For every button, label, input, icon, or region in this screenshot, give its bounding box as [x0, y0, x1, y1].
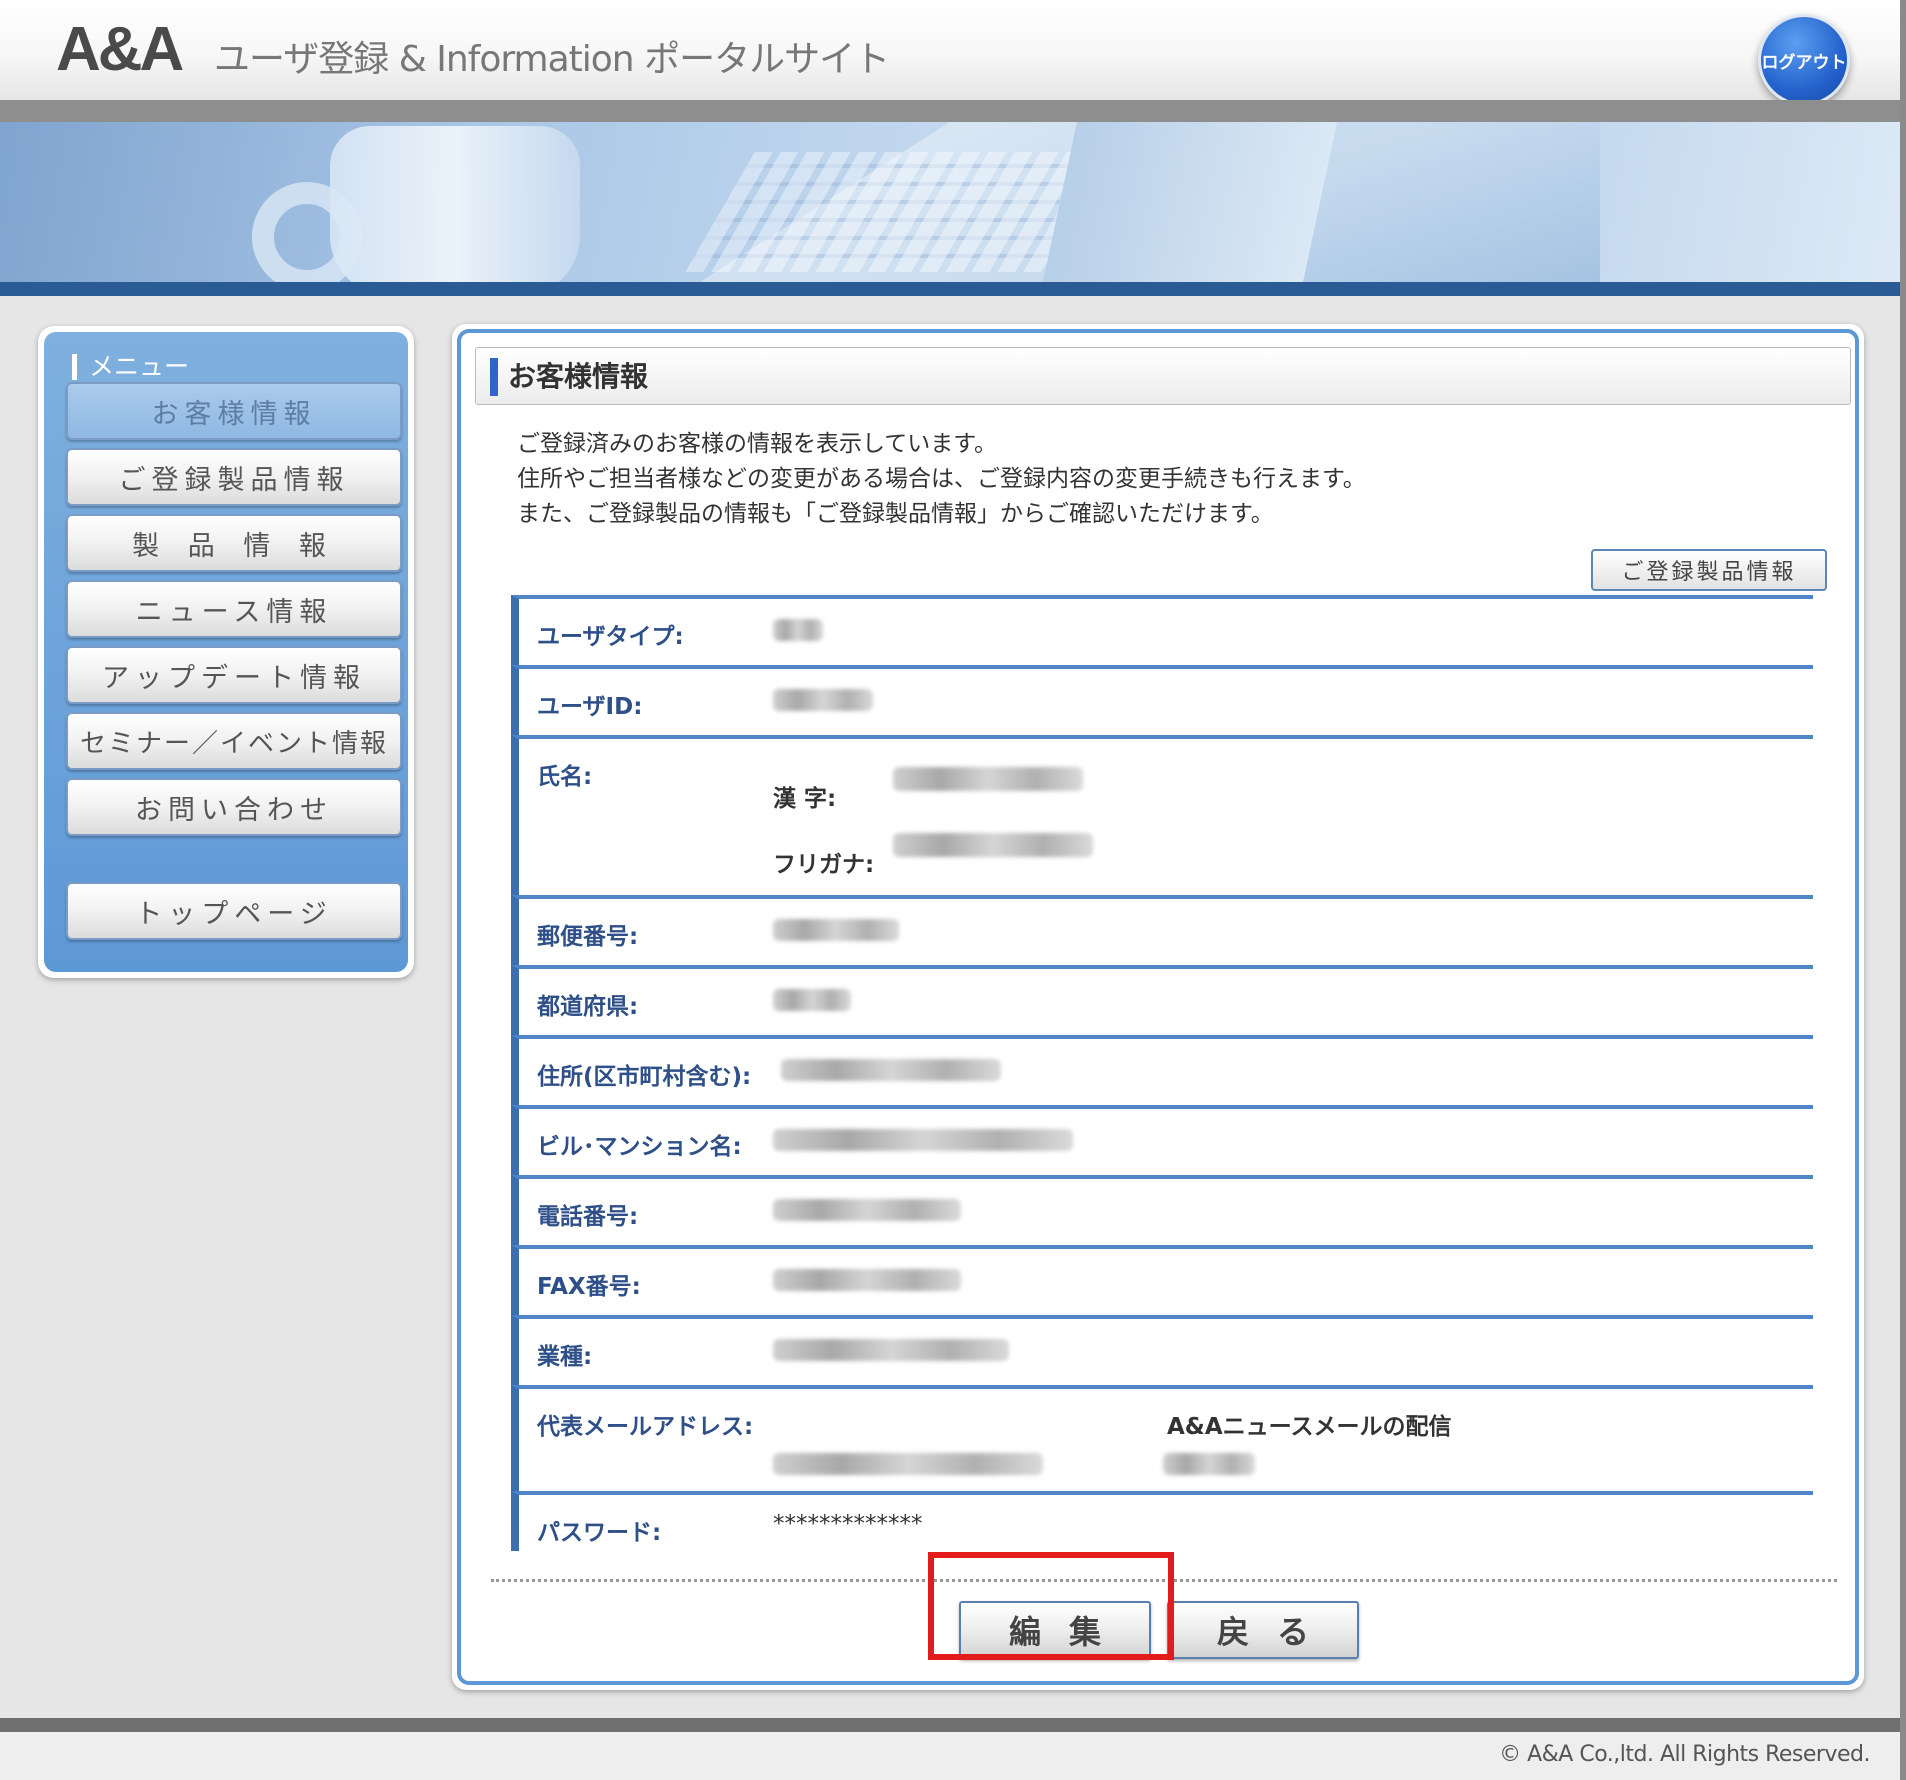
- sidebar-menu-panel: メニュー お客様情報 ご登録製品情報 製 品 情 報 ニュース情報 アップデート…: [44, 332, 408, 972]
- header: A&A ユーザ登録 & Information ポータルサイト ログアウト: [0, 0, 1900, 106]
- sidebar-menu: メニュー お客様情報 ご登録製品情報 製 品 情 報 ニュース情報 アップデート…: [38, 326, 414, 978]
- kanji-value-redacted: [893, 767, 1083, 791]
- table-row-user-type: ユーザタイプ:: [511, 595, 1813, 665]
- phone-label: 電話番号:: [537, 1204, 639, 1230]
- user-id-value-redacted: [773, 689, 873, 711]
- page-title-bar: お客様情報: [475, 347, 1851, 405]
- footer-divider: [0, 1718, 1900, 1732]
- kanji-label: 漢 字:: [773, 786, 837, 812]
- page-title: お客様情報: [490, 358, 648, 396]
- newsletter-value-redacted: [1163, 1453, 1255, 1475]
- user-id-label: ユーザID:: [537, 694, 643, 720]
- banner-underline: [0, 282, 1900, 296]
- header-banner-image: [0, 122, 1900, 282]
- sidebar-item-contact[interactable]: お問い合わせ: [66, 778, 402, 836]
- intro-line: また、ご登録製品の情報も「ご登録製品情報」からご確認いただけます。: [517, 501, 1274, 527]
- edit-button-highlight: [928, 1552, 1174, 1660]
- fax-label: FAX番号:: [537, 1274, 641, 1300]
- name-label: 氏名:: [537, 764, 593, 790]
- header-divider: [0, 100, 1900, 122]
- address-label: 住所(区市町村含む):: [537, 1064, 752, 1090]
- logout-button[interactable]: ログアウト: [1758, 14, 1850, 106]
- copyright-text: © A&A Co.,ltd. All Rights Reserved.: [1499, 1742, 1870, 1767]
- intro-text: ご登録済みのお客様の情報を表示しています。 住所やご担当者様などの変更がある場合…: [517, 427, 1366, 532]
- email-value-redacted: [773, 1453, 1043, 1475]
- main-panel: お客様情報 ご登録済みのお客様の情報を表示しています。 住所やご担当者様などの変…: [452, 324, 1864, 1690]
- banner-mug-shape: [330, 126, 580, 282]
- building-label: ビル･マンション名:: [537, 1134, 742, 1160]
- window-right-edge: [1900, 0, 1906, 1780]
- email-label: 代表メールアドレス:: [537, 1414, 754, 1440]
- back-button[interactable]: 戻る: [1167, 1601, 1359, 1659]
- menu-title: メニュー: [72, 354, 189, 380]
- company-logo[interactable]: A&A: [56, 14, 184, 85]
- table-row-prefecture: 都道府県:: [511, 965, 1813, 1035]
- customer-info-panel: お客様情報 ご登録済みのお客様の情報を表示しています。 住所やご担当者様などの変…: [457, 329, 1859, 1685]
- intro-line: ご登録済みのお客様の情報を表示しています。: [517, 431, 998, 457]
- table-row-fax: FAX番号:: [511, 1245, 1813, 1315]
- password-label: パスワード:: [537, 1520, 662, 1546]
- sidebar-item-registered-products[interactable]: ご登録製品情報: [66, 448, 402, 506]
- table-row-building: ビル･マンション名:: [511, 1105, 1813, 1175]
- password-value: *************: [773, 1511, 923, 1537]
- industry-label: 業種:: [537, 1344, 593, 1370]
- phone-value-redacted: [773, 1199, 961, 1221]
- sidebar-item-updates[interactable]: アップデート情報: [66, 646, 402, 704]
- sidebar-item-customer-info[interactable]: お客様情報: [66, 382, 402, 440]
- table-row-address: 住所(区市町村含む):: [511, 1035, 1813, 1105]
- postal-code-value-redacted: [773, 919, 899, 941]
- table-row-password: パスワード: *************: [511, 1491, 1813, 1551]
- building-value-redacted: [773, 1129, 1073, 1151]
- user-type-label: ユーザタイプ:: [537, 624, 684, 650]
- sidebar-item-product-info[interactable]: 製 品 情 報: [66, 514, 402, 572]
- furigana-value-redacted: [893, 833, 1093, 857]
- newsletter-label: A&Aニュースメールの配信: [1167, 1414, 1452, 1440]
- table-row-user-id: ユーザID:: [511, 665, 1813, 735]
- table-row-name: 氏名: 漢 字: フリガナ:: [511, 735, 1813, 895]
- furigana-label: フリガナ:: [773, 852, 875, 878]
- customer-info-table: ユーザタイプ: ユーザID: 氏名: 漢 字: フリガナ: 郵便番号: 都道府県…: [511, 595, 1813, 1551]
- table-row-industry: 業種:: [511, 1315, 1813, 1385]
- industry-value-redacted: [773, 1339, 1009, 1361]
- address-value-redacted: [781, 1059, 1001, 1081]
- table-row-postal-code: 郵便番号:: [511, 895, 1813, 965]
- prefecture-label: 都道府県:: [537, 994, 639, 1020]
- intro-line: 住所やご担当者様などの変更がある場合は、ご登録内容の変更手続きも行えます。: [517, 466, 1366, 492]
- postal-code-label: 郵便番号:: [537, 924, 639, 950]
- registered-products-button[interactable]: ご登録製品情報: [1591, 549, 1827, 591]
- table-row-email: 代表メールアドレス: A&Aニュースメールの配信: [511, 1385, 1813, 1491]
- site-title: ユーザ登録 & Information ポータルサイト: [214, 39, 890, 80]
- sidebar-item-top-page[interactable]: トップページ: [66, 882, 402, 940]
- footer: © A&A Co.,ltd. All Rights Reserved.: [0, 1732, 1900, 1780]
- prefecture-value-redacted: [773, 989, 851, 1011]
- user-type-value-redacted: [773, 619, 823, 641]
- fax-value-redacted: [773, 1269, 961, 1291]
- banner-screen-shape: [1042, 122, 1338, 282]
- sidebar-item-seminars-events[interactable]: セミナー／イベント情報: [66, 712, 402, 770]
- table-row-phone: 電話番号:: [511, 1175, 1813, 1245]
- sidebar-item-news[interactable]: ニュース情報: [66, 580, 402, 638]
